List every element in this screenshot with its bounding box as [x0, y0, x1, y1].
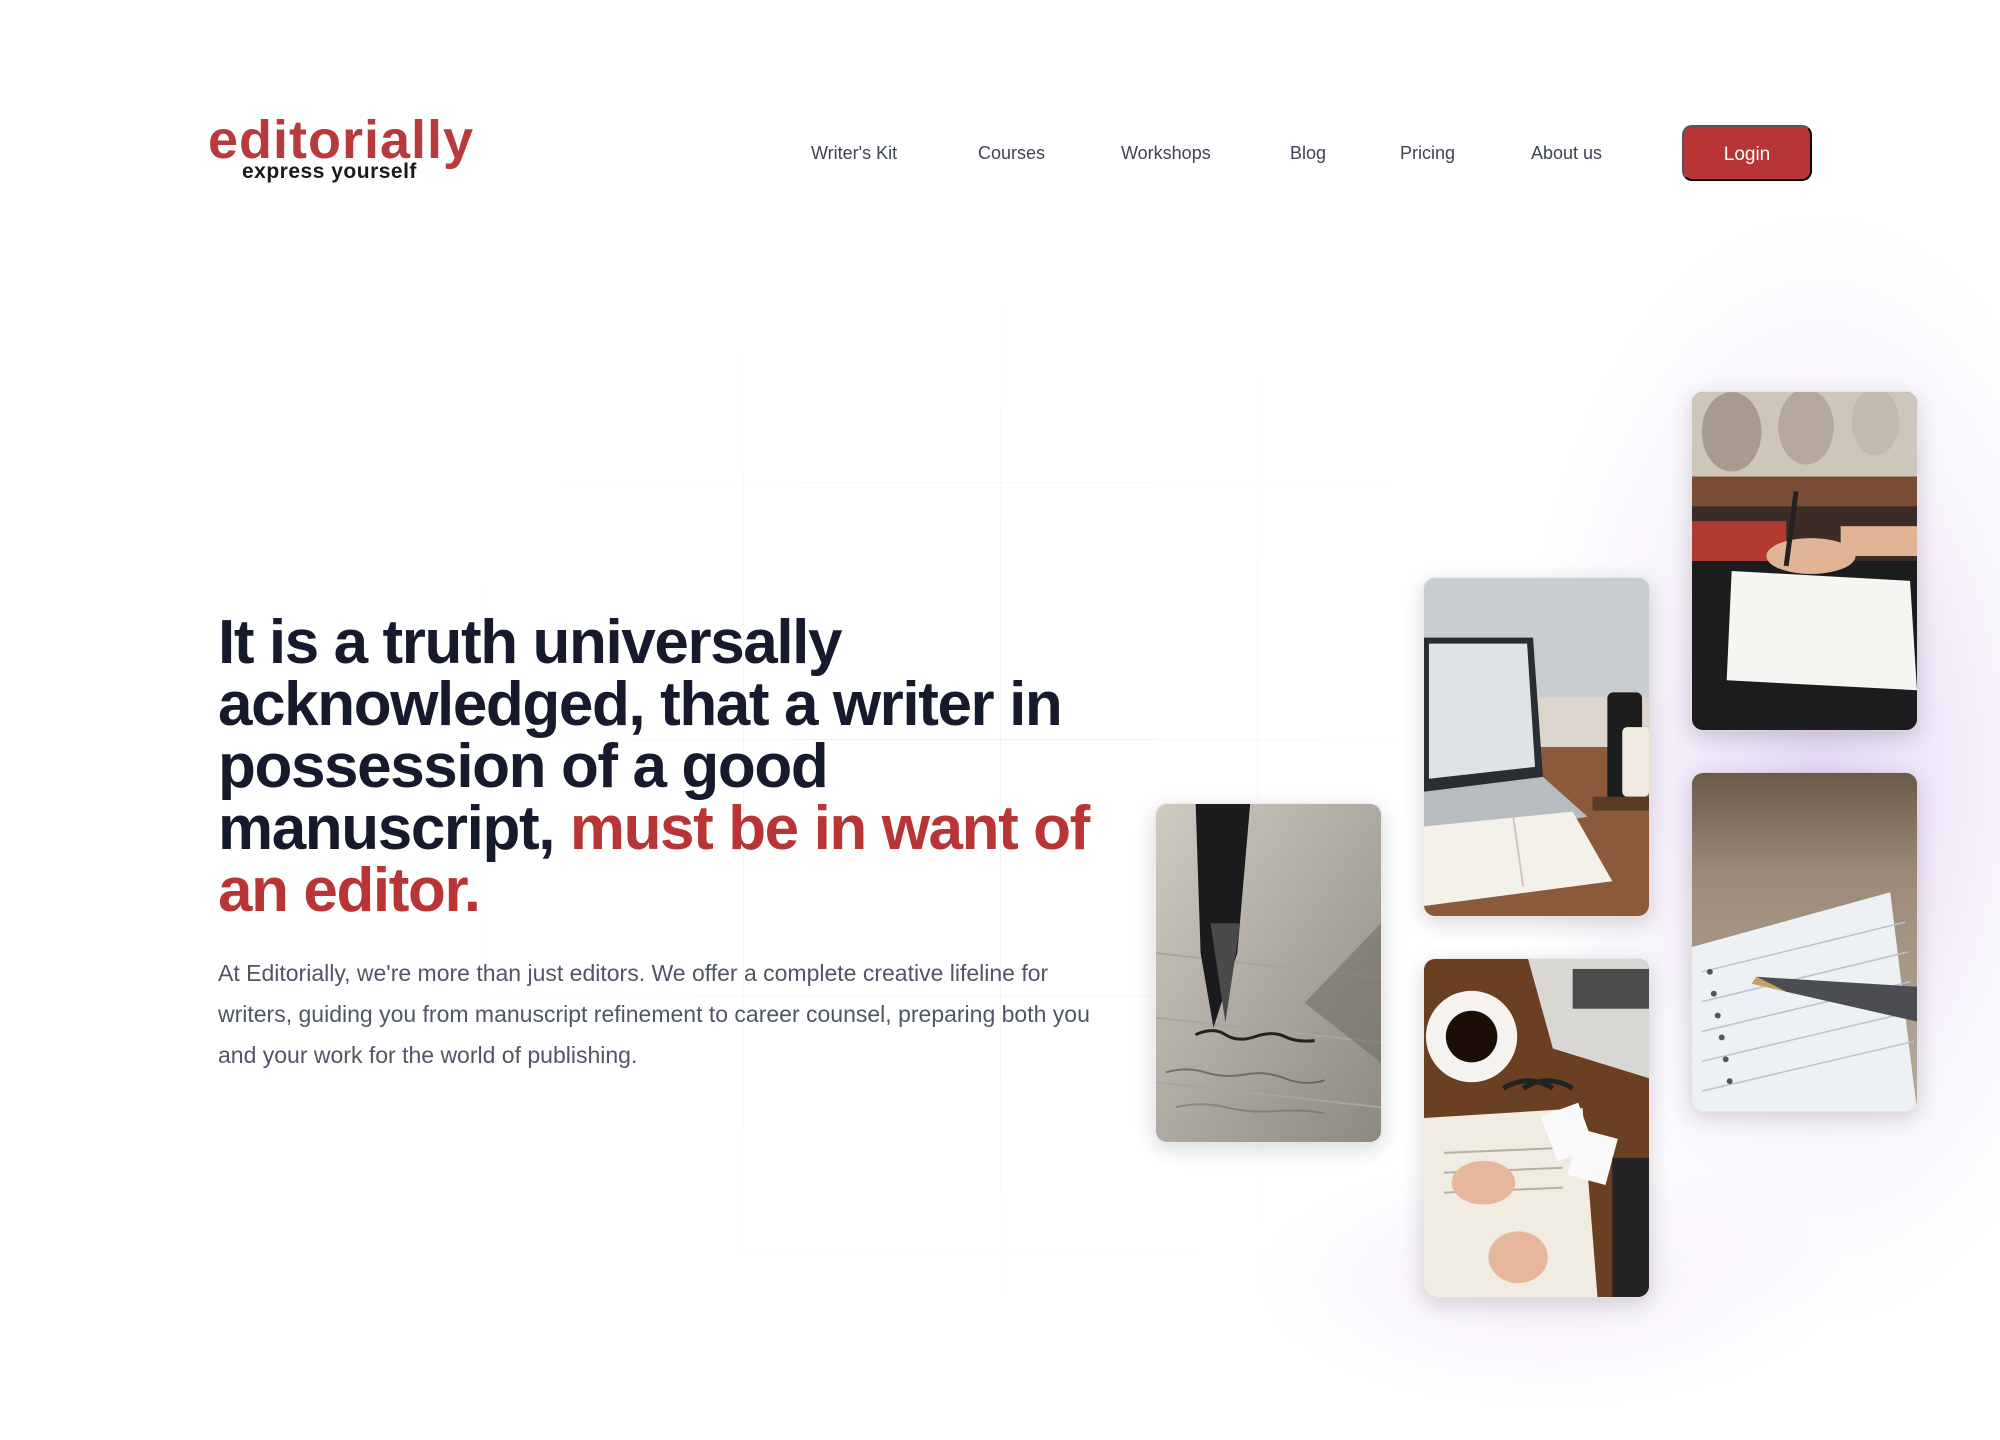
nav-writers-kit[interactable]: Writer's Kit — [811, 140, 897, 166]
pen-on-spiral-notebook-photo — [1691, 772, 1918, 1112]
hero-headline: It is a truth universally acknowledged, … — [218, 612, 1098, 922]
landing-page: editorially express yourself Writer's Ki… — [0, 0, 2000, 1440]
nav-about-us[interactable]: About us — [1531, 140, 1602, 166]
nav-blog[interactable]: Blog — [1290, 140, 1326, 166]
laptop-notebook-desk-photo — [1423, 577, 1650, 917]
hero-description: At Editorially, we're more than just edi… — [218, 960, 1090, 1068]
brand-logo[interactable]: editorially express yourself — [208, 112, 473, 190]
coffee-journal-desk-photo — [1423, 958, 1650, 1298]
nav-courses[interactable]: Courses — [978, 140, 1045, 166]
nav-workshops[interactable]: Workshops — [1121, 140, 1211, 166]
nav-pricing[interactable]: Pricing — [1400, 140, 1455, 166]
brand-tagline: express yourself — [242, 160, 417, 183]
login-button[interactable]: Login — [1682, 125, 1812, 181]
hand-writing-notebook-photo — [1691, 391, 1918, 731]
fountain-pen-writing-photo — [1155, 803, 1382, 1143]
